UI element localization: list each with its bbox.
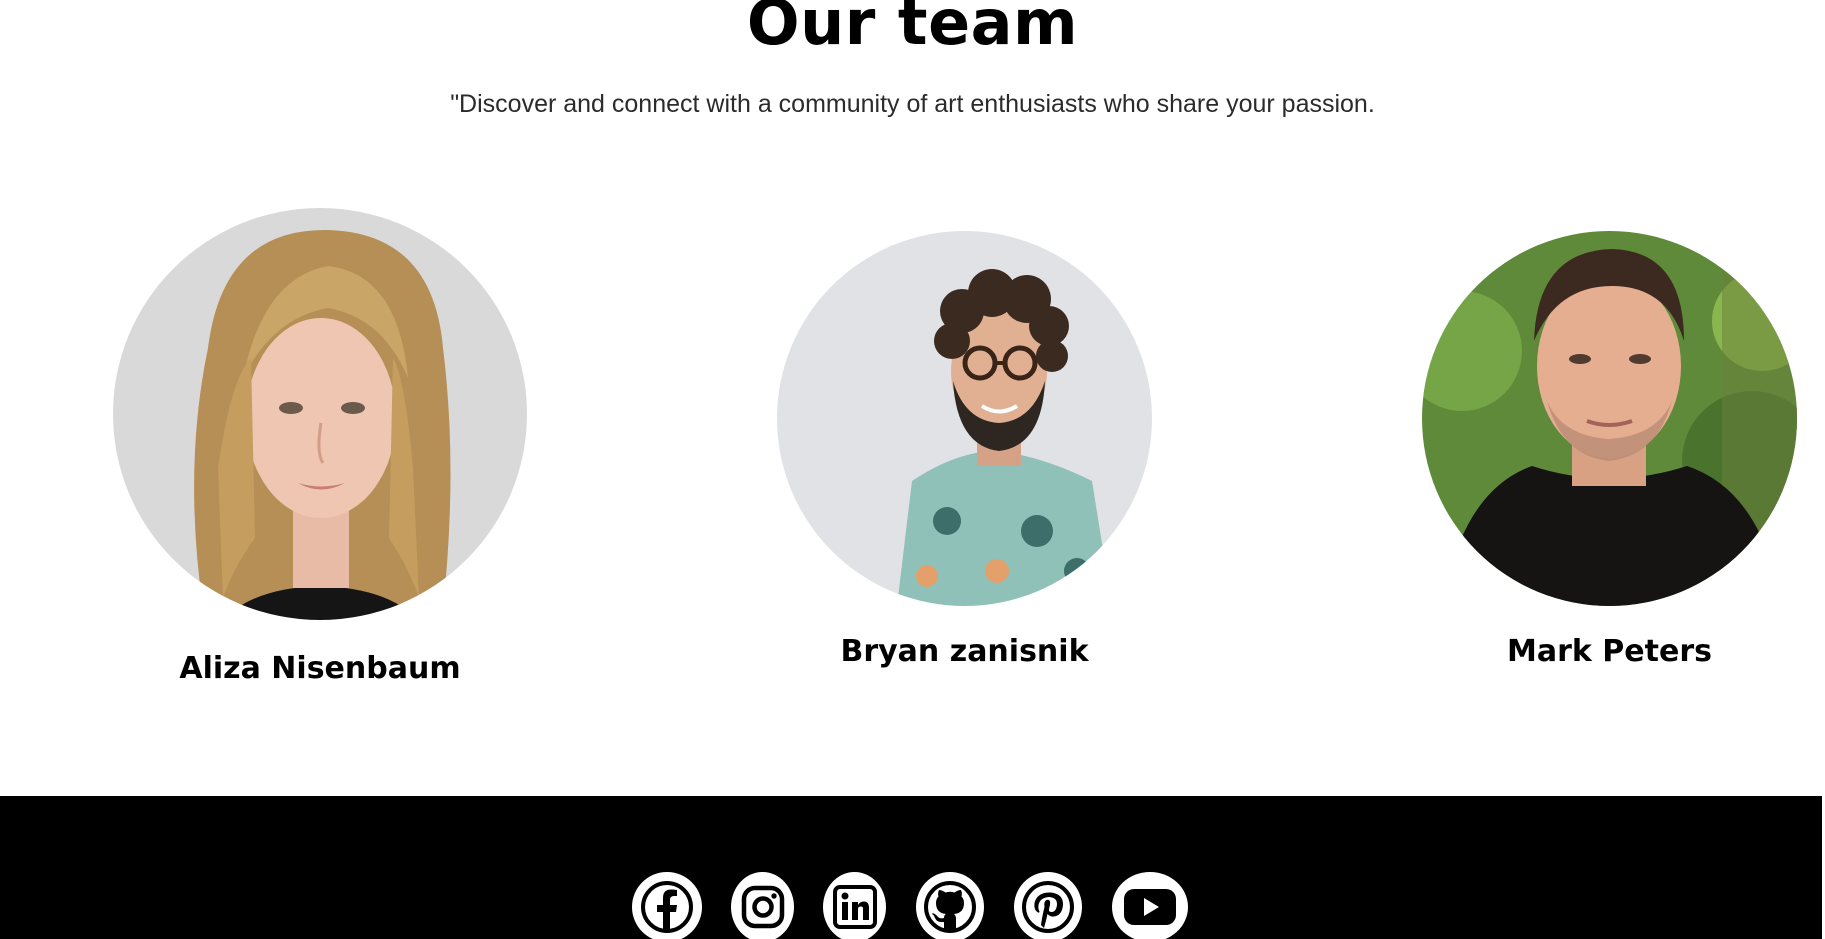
team-member-name: Aliza Nisenbaum bbox=[179, 651, 461, 686]
member-photo bbox=[113, 208, 527, 620]
avatar bbox=[1422, 231, 1797, 606]
facebook-icon[interactable] bbox=[632, 872, 702, 939]
footer bbox=[0, 796, 1822, 939]
team-member-card: Mark Peters bbox=[1422, 231, 1797, 671]
member-photo bbox=[1422, 231, 1797, 606]
github-icon[interactable] bbox=[916, 872, 984, 939]
team-member-card: Aliza Nisenbaum bbox=[113, 208, 527, 688]
team-member-name: Mark Peters bbox=[1507, 634, 1712, 669]
instagram-icon[interactable] bbox=[731, 872, 794, 939]
linkedin-icon[interactable] bbox=[823, 872, 886, 939]
team-page: Our team "Discover and connect with a co… bbox=[0, 0, 1825, 939]
team-member-name: Bryan zanisnik bbox=[840, 634, 1089, 669]
team-member-card: Bryan zanisnik bbox=[777, 231, 1152, 671]
member-photo bbox=[777, 231, 1152, 606]
avatar bbox=[777, 231, 1152, 606]
avatar bbox=[113, 208, 527, 620]
section-subtitle: "Discover and connect with a community o… bbox=[450, 90, 1375, 118]
pinterest-icon[interactable] bbox=[1014, 872, 1082, 939]
youtube-icon[interactable] bbox=[1112, 872, 1188, 939]
section-title: Our team bbox=[746, 0, 1079, 59]
